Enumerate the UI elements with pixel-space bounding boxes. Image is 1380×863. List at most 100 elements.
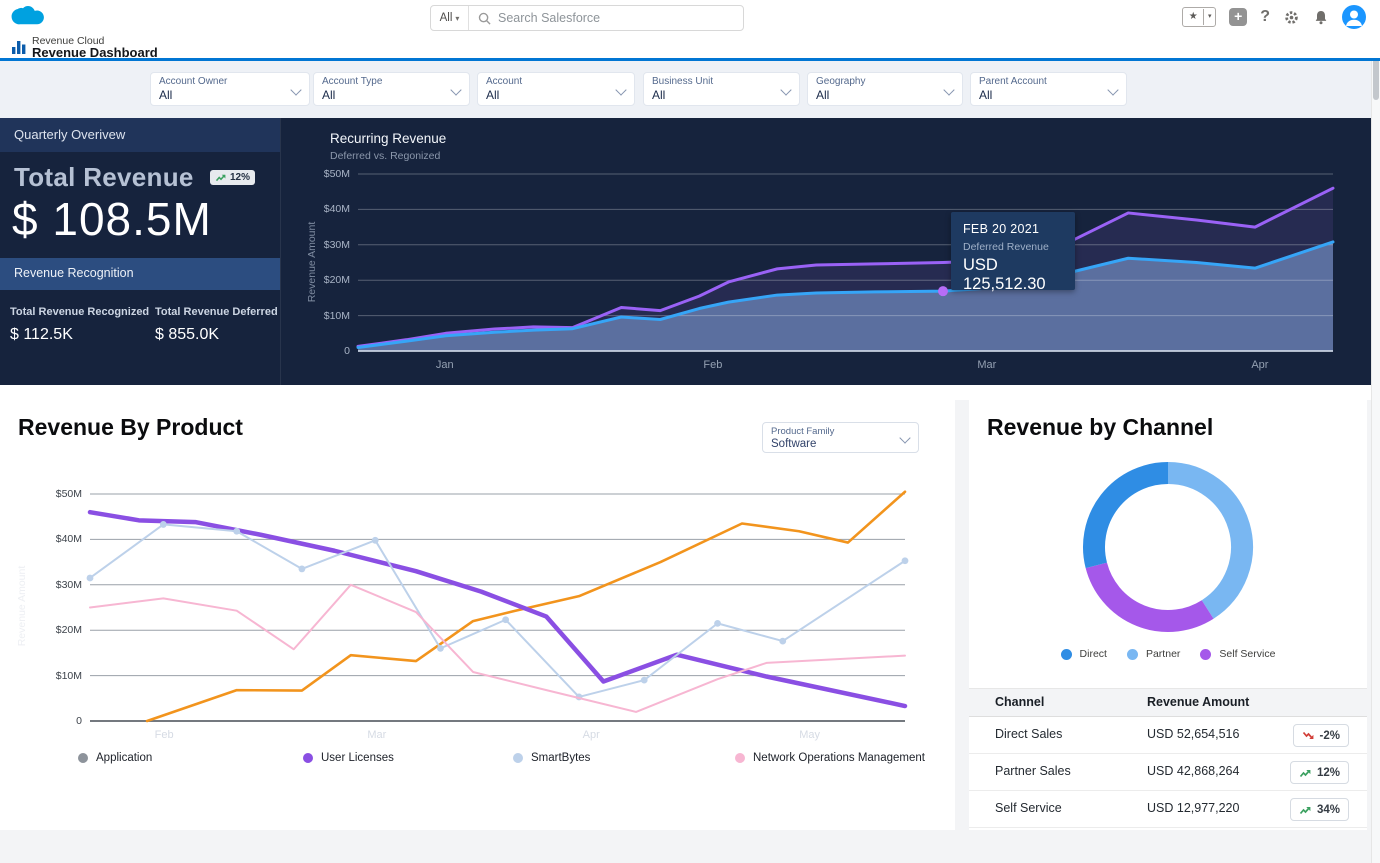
recognized-label: Total Revenue Recognized [10, 306, 150, 318]
donut-slice-direct[interactable] [1083, 462, 1169, 569]
filter-label: Geography [816, 76, 866, 87]
filter-label: Account [486, 76, 523, 87]
revenue-by-channel-card: Revenue by Channel Direct Partner Self Ser… [969, 400, 1367, 830]
table-row: Direct Sales USD 52,654,516 -2% [969, 717, 1367, 754]
filter-account-type[interactable]: Account Type All [313, 72, 470, 106]
card-title: Revenue By Product [18, 414, 243, 440]
table-row: Self Service USD 12,977,220 34% [969, 791, 1367, 828]
legend-item-self-service[interactable]: Self Service [1200, 648, 1275, 660]
filter-value: All [322, 88, 336, 102]
avatar-person-icon [1346, 10, 1362, 26]
filter-account[interactable]: Account All [477, 72, 635, 106]
dropdown-label: Product Family [771, 426, 835, 437]
chart-subtitle: Deferred vs. Regonized [330, 150, 441, 162]
legend-item-smartbytes[interactable]: SmartBytes [513, 752, 590, 764]
filter-label: Parent Account [979, 76, 1047, 87]
legend-dot [735, 753, 745, 763]
filter-value: All [652, 88, 666, 102]
filter-label: Account Type [322, 76, 383, 87]
legend-label: Application [96, 752, 153, 764]
pr-chart-plot[interactable] [86, 490, 909, 723]
total-revenue-trend-badge: 12% [210, 170, 256, 185]
trend-badge: 12% [1289, 761, 1349, 784]
revenue-recognition-title: Revenue Recognition [14, 266, 134, 280]
donut-slice-partner[interactable] [1167, 462, 1253, 619]
bottom-strip [0, 846, 1380, 863]
y-axis-tick: 0 [76, 715, 82, 727]
tooltip-date: FEB 20 2021 [963, 222, 1040, 237]
trend-up-icon [1299, 806, 1311, 814]
total-revenue-label: Total Revenue [14, 162, 194, 192]
section-gap [0, 385, 1380, 400]
filter-value: All [816, 88, 830, 102]
favorites-star-icon: ★ [1188, 11, 1198, 22]
legend-item-direct[interactable]: Direct [1060, 648, 1107, 660]
y-axis-label: Revenue Amount [16, 565, 28, 647]
legend-item-partner[interactable]: Partner [1126, 648, 1181, 660]
vertical-scrollbar[interactable] [1371, 0, 1380, 863]
quick-add-button[interactable]: + [1229, 8, 1248, 26]
product-family-dropdown[interactable]: Product Family Software [762, 422, 919, 453]
delta-value: 12% [1316, 766, 1340, 779]
total-revenue-delta: 12% [230, 172, 251, 183]
filter-geography[interactable]: Geography All [807, 72, 963, 106]
tooltip-series-label: Deferred Revenue [963, 241, 1049, 254]
legend-dot [1200, 648, 1212, 660]
chart-title: Recurring Revenue [330, 131, 447, 146]
channel-donut-chart[interactable] [1073, 452, 1263, 647]
y-axis-tick: $40M [323, 203, 350, 216]
user-avatar[interactable] [1342, 5, 1366, 29]
global-header: All ▾ Search Salesforce ★ ▾ + ? [0, 0, 1380, 35]
search-scope-label: All [439, 12, 453, 24]
y-axis-tick: $50M [323, 168, 350, 180]
legend-dot [1060, 648, 1072, 660]
legend-label: User Licenses [321, 752, 394, 764]
x-axis-tick: May [799, 729, 821, 741]
legend-item-application[interactable]: Application [78, 752, 152, 764]
filter-business-unit[interactable]: Business Unit All [643, 72, 800, 106]
help-button[interactable]: ? [1260, 8, 1270, 26]
search-input[interactable]: Search Salesforce [469, 11, 743, 25]
search-scope-dropdown[interactable]: All ▾ [431, 6, 469, 30]
table-row: Partner Sales USD 42,868,264 12% [969, 754, 1367, 791]
legend-item-user-licenses[interactable]: User Licenses [303, 752, 394, 764]
legend-item-network-operations-management[interactable]: Network Operations Management [735, 752, 925, 764]
delta-value: -2% [1319, 729, 1340, 742]
legend-dot [303, 753, 313, 763]
filter-parent-account[interactable]: Parent Account All [970, 72, 1127, 106]
rr-chart-plot[interactable] [356, 173, 1335, 352]
favorites-button[interactable]: ★ ▾ [1182, 7, 1217, 27]
y-axis-tick: $10M [323, 309, 350, 322]
setup-gear-icon[interactable] [1283, 9, 1300, 26]
notifications-bell-icon[interactable] [1313, 9, 1329, 26]
legend-label: SmartBytes [531, 752, 591, 764]
quarterly-overview-section: Quarterly Overivew Total Revenue 12% $ 1… [0, 118, 1372, 385]
y-axis-tick: 0 [344, 345, 350, 357]
donut-legend: Direct Partner Self Service [969, 648, 1367, 660]
recurring-revenue-chart: Recurring Revenue Deferred vs. Regonized… [280, 118, 1372, 385]
table-header-row: Channel Revenue Amount [969, 688, 1367, 717]
legend-dot [78, 753, 88, 763]
plus-icon: + [1234, 8, 1243, 24]
legend-label: Partner [1145, 648, 1181, 660]
x-axis-tick: Mar [367, 729, 387, 741]
x-axis-tick: Apr [1251, 359, 1269, 371]
context-bar: Revenue Cloud Revenue Dashboard [0, 34, 1380, 61]
amount-cell: USD 42,868,264 [1147, 764, 1240, 778]
delta-value: 34% [1316, 803, 1340, 816]
salesforce-cloud-logo[interactable] [8, 5, 44, 30]
channel-table: Channel Revenue Amount Direct Sales USD 52,… [969, 688, 1367, 828]
total-revenue-value: $ 108.5M [12, 193, 212, 245]
page-title[interactable]: Revenue Dashboard [32, 45, 158, 60]
y-axis-tick: $40M [55, 533, 82, 546]
recognized-value: $ 112.5K [10, 326, 73, 343]
filter-account-owner[interactable]: Account Owner All [150, 72, 310, 106]
help-icon: ? [1260, 8, 1270, 25]
y-axis-tick: $30M [55, 578, 82, 591]
y-axis-tick: $20M [55, 624, 82, 637]
tooltip-value: USD 125,512.30 [963, 256, 1046, 294]
donut-slice-self-service[interactable] [1085, 562, 1214, 632]
filter-label: Account Owner [159, 76, 228, 87]
filter-label: Business Unit [652, 76, 714, 87]
channel-cell: Direct Sales [995, 727, 1063, 741]
